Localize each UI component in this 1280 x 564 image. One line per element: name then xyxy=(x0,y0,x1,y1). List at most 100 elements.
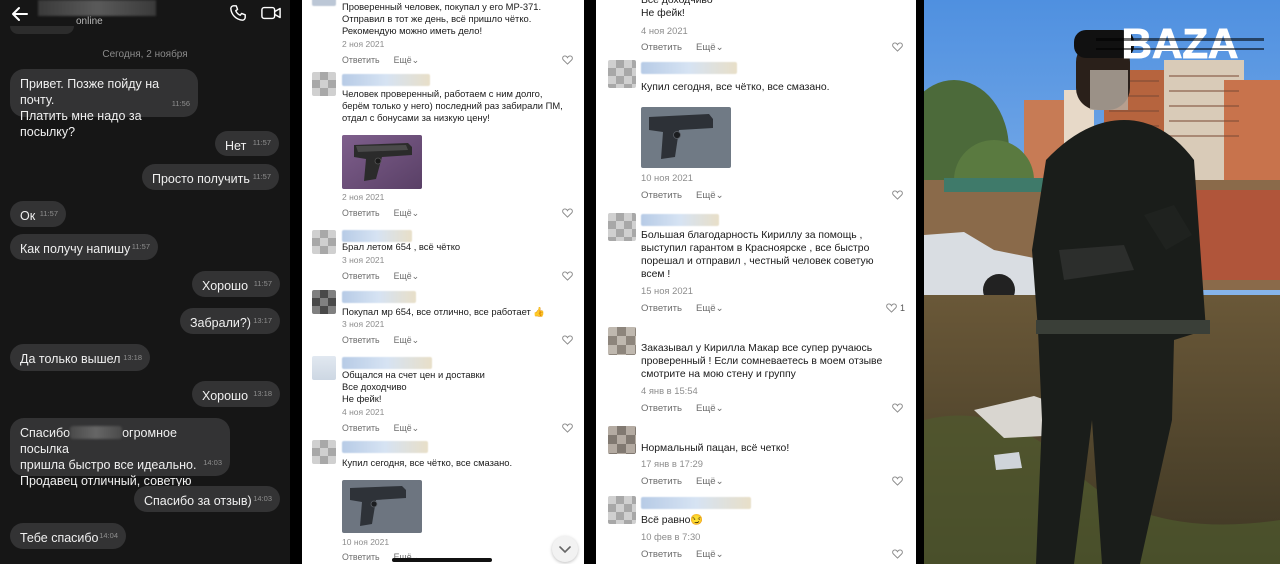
reply-link[interactable]: Ответить xyxy=(342,208,380,218)
reviews-panel-right: Все доходчиво Не фейк! 4 ноя 2021 Ответи… xyxy=(596,0,916,564)
comment-text: Человек проверенный, работаем с ним долг… xyxy=(342,88,563,123)
contact-name-blurred[interactable] xyxy=(38,0,156,16)
pistol-photo[interactable] xyxy=(342,135,422,189)
avatar[interactable] xyxy=(608,426,636,454)
more-link[interactable]: Ещё⌄ xyxy=(696,476,724,487)
reply-link[interactable]: Ответить xyxy=(342,271,380,281)
message-outgoing[interactable]: Забрали?) 13:17 xyxy=(180,308,280,334)
comment-date: 2 ноя 2021 xyxy=(342,192,385,202)
message-outgoing[interactable]: Нет 11:57 xyxy=(215,131,279,156)
more-label: Ещё xyxy=(696,190,716,201)
more-label: Ещё xyxy=(696,476,716,487)
author-name-blurred[interactable] xyxy=(641,497,751,509)
comment-date: 15 ноя 2021 xyxy=(641,285,693,296)
more-link[interactable]: Ещё⌄ xyxy=(696,303,724,314)
like-heart-icon[interactable] xyxy=(562,423,573,433)
like-heart-icon[interactable] xyxy=(892,42,903,52)
more-link[interactable]: Ещё⌄ xyxy=(696,42,724,53)
like-heart-icon[interactable] xyxy=(892,476,903,486)
comment-date: 10 ноя 2021 xyxy=(641,172,693,183)
more-label: Ещё xyxy=(393,55,412,65)
comment-date: 17 янв в 17:29 xyxy=(641,458,703,469)
message-time: 14:04 xyxy=(99,531,118,540)
reply-link[interactable]: Ответить xyxy=(641,403,682,414)
message-incoming[interactable]: Спасибо огромное посылка пришла быстро вс… xyxy=(10,418,230,488)
like-heart-icon[interactable] xyxy=(562,55,573,65)
comment-actions: Ответить Ещё⌄ xyxy=(641,403,724,414)
more-link[interactable]: Ещё⌄ xyxy=(394,423,419,434)
like-heart-icon[interactable] xyxy=(886,303,897,313)
more-link[interactable]: Ещё⌄ xyxy=(394,271,419,282)
reply-link[interactable]: Ответить xyxy=(641,476,682,487)
chevron-down-icon xyxy=(559,546,571,554)
avatar[interactable] xyxy=(608,496,636,524)
comment-date: 10 ноя 2021 xyxy=(342,537,390,547)
like-heart-icon[interactable] xyxy=(892,190,903,200)
avatar[interactable] xyxy=(312,72,336,96)
avatar[interactable] xyxy=(312,440,336,464)
reply-link[interactable]: Ответить xyxy=(641,190,682,201)
reply-link[interactable]: Ответить xyxy=(342,423,380,433)
date-separator: Сегодня, 2 ноября xyxy=(102,49,188,60)
comment-text: Заказывал у Кирилла Макар все супер руча… xyxy=(641,343,883,380)
author-name-blurred[interactable] xyxy=(342,441,428,453)
like-heart-icon[interactable] xyxy=(562,271,573,281)
comment-date: 4 ноя 2021 xyxy=(641,25,688,36)
like-heart-icon[interactable] xyxy=(562,335,573,345)
author-name-blurred[interactable] xyxy=(342,291,416,303)
more-link[interactable]: Ещё⌄ xyxy=(696,549,724,560)
message-time: 13:18 xyxy=(123,353,142,362)
pistol-photo[interactable] xyxy=(342,480,422,533)
like-heart-icon[interactable] xyxy=(892,549,903,559)
like-heart-icon[interactable] xyxy=(562,208,573,218)
message-outgoing[interactable]: Хорошо 13:18 xyxy=(192,381,280,407)
message-incoming[interactable]: Привет. Позже пойду на почту. Платить мн… xyxy=(10,69,198,139)
message-time: 14:03 xyxy=(253,494,272,503)
reply-link[interactable]: Ответить xyxy=(342,552,380,562)
comment-text: Большая благодарность Кириллу за помощь … xyxy=(641,230,874,280)
message-incoming[interactable]: Тебе спасибо 14:04 xyxy=(10,523,126,549)
more-link[interactable]: Ещё⌄ xyxy=(394,335,419,346)
more-link[interactable]: Ещё⌄ xyxy=(394,55,419,66)
message-outgoing[interactable]: Хорошо 11:57 xyxy=(192,271,280,297)
avatar[interactable] xyxy=(312,290,336,314)
suspect-photo: BAZA xyxy=(924,0,1280,564)
author-name-blurred[interactable] xyxy=(641,62,737,74)
more-link[interactable]: Ещё⌄ xyxy=(696,190,724,201)
reply-link[interactable]: Ответить xyxy=(342,335,380,345)
reply-link[interactable]: Ответить xyxy=(641,42,682,53)
message-outgoing[interactable]: Просто получить 11:57 xyxy=(142,164,279,190)
like-count: 1 xyxy=(900,303,906,313)
phone-call-icon[interactable] xyxy=(229,4,247,22)
message-incoming[interactable]: Ок 11:57 xyxy=(10,201,66,227)
avatar[interactable] xyxy=(312,356,336,380)
comment-actions: Ответить Ещё⌄ xyxy=(342,208,419,219)
author-name-blurred[interactable] xyxy=(342,357,432,369)
like-heart-icon[interactable] xyxy=(892,403,903,413)
more-label: Ещё xyxy=(696,549,716,560)
avatar[interactable] xyxy=(608,213,636,241)
back-arrow-icon[interactable] xyxy=(10,4,30,24)
message-outgoing[interactable]: Спасибо за отзыв) 14:03 xyxy=(134,486,280,512)
author-name-blurred[interactable] xyxy=(641,214,719,226)
more-link[interactable]: Ещё⌄ xyxy=(394,208,419,219)
more-link[interactable]: Ещё⌄ xyxy=(696,403,724,414)
pistol-photo[interactable] xyxy=(641,107,731,168)
avatar[interactable] xyxy=(608,327,636,355)
message-text: Спасибо за отзыв) xyxy=(144,494,252,508)
avatar[interactable] xyxy=(608,60,636,88)
reply-link[interactable]: Ответить xyxy=(641,549,682,560)
more-label: Ещё xyxy=(696,303,716,314)
message-incoming[interactable]: Да только вышел 13:18 xyxy=(10,344,150,371)
reviews-panel-left: Проверенный человек, покупал у его МР-37… xyxy=(302,0,584,564)
message-incoming[interactable]: Как получу напишу 11:57 xyxy=(10,234,158,260)
reply-link[interactable]: Ответить xyxy=(342,55,380,65)
scroll-down-button[interactable] xyxy=(552,536,578,562)
video-call-icon[interactable] xyxy=(261,5,281,21)
home-indicator[interactable] xyxy=(392,558,492,562)
author-name-blurred[interactable] xyxy=(342,74,430,86)
reply-link[interactable]: Ответить xyxy=(641,303,682,314)
avatar[interactable] xyxy=(312,0,336,6)
message-text: Как получу напишу xyxy=(20,242,131,256)
avatar[interactable] xyxy=(312,230,336,254)
